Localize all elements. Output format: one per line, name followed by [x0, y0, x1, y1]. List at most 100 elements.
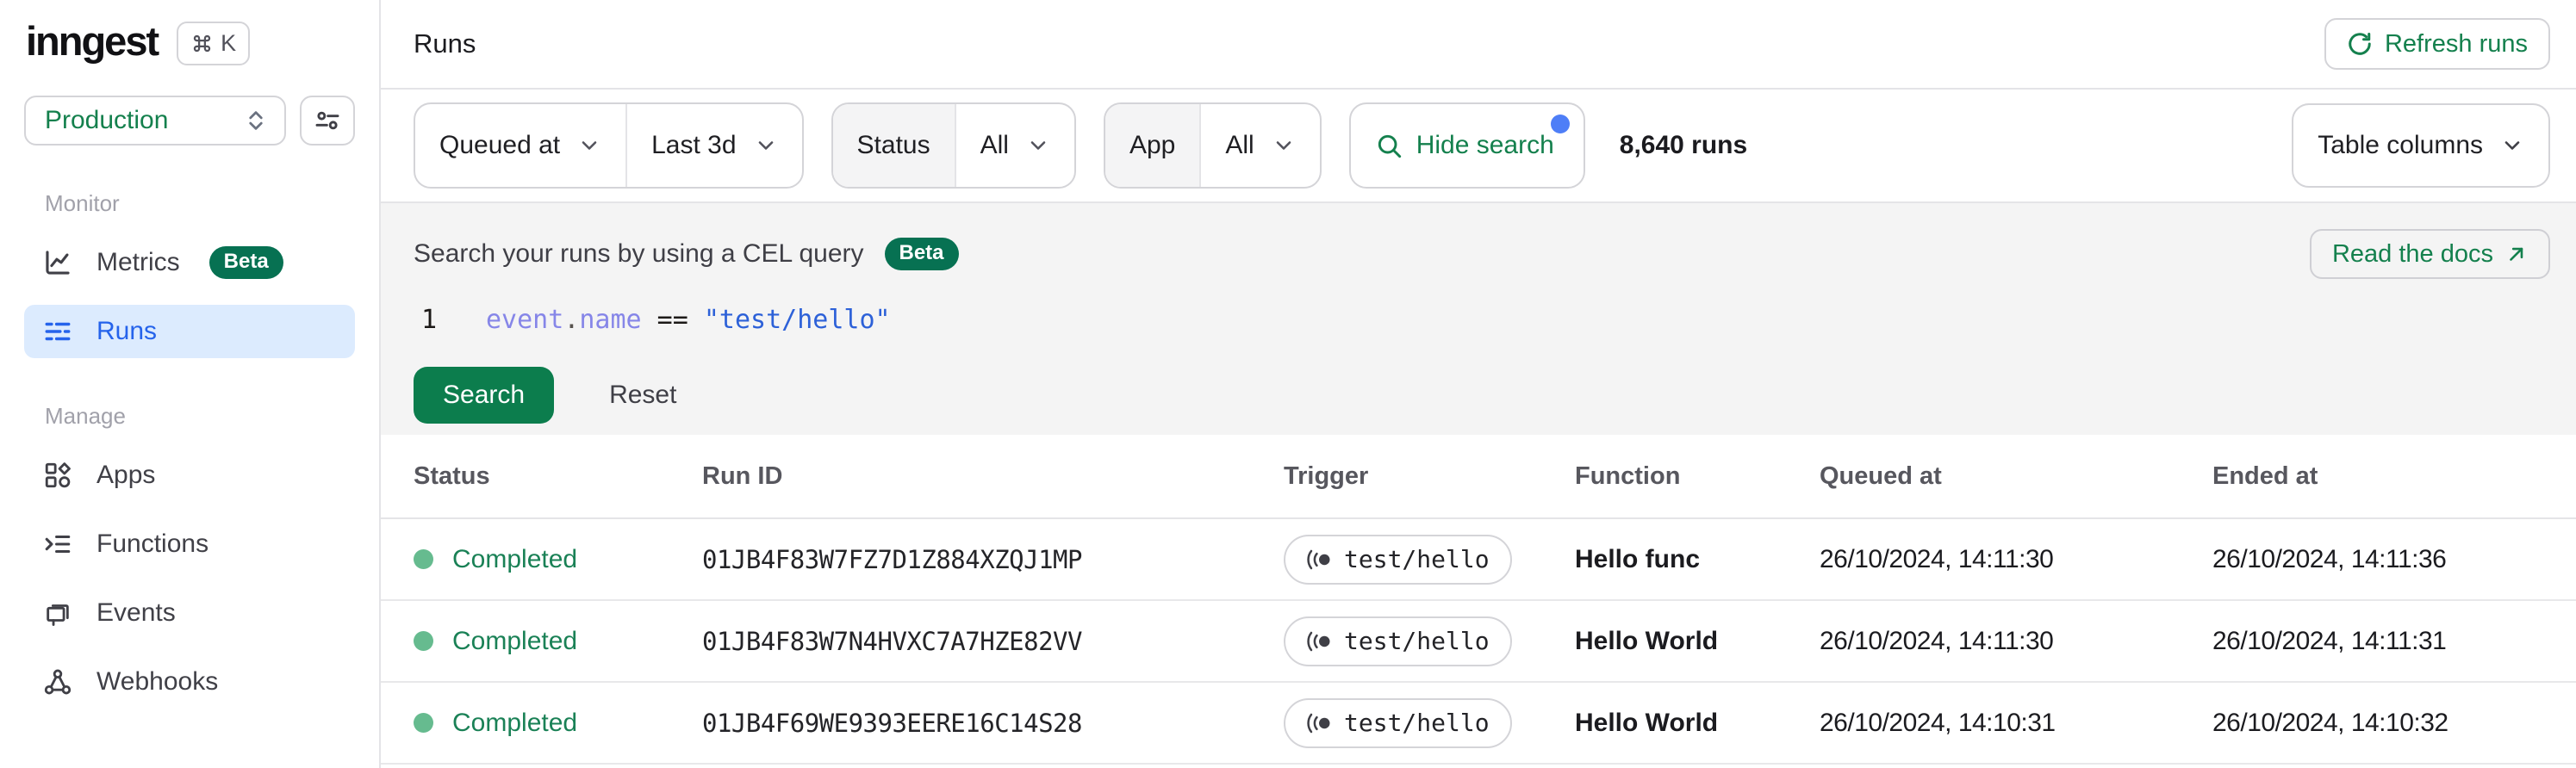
run-status-cell: Completed: [414, 627, 702, 656]
time-range-dropdown[interactable]: Last 3d: [625, 104, 801, 187]
command-icon: [193, 34, 211, 53]
trigger-badge[interactable]: test/hello: [1284, 616, 1512, 666]
code-token-dot: .: [563, 305, 580, 335]
run-queued-at: 26/10/2024, 14:11:30: [1820, 626, 2054, 655]
run-status-cell: Completed: [414, 545, 702, 574]
column-header-queued-at: Queued at: [1820, 461, 1942, 490]
time-field-value: Queued at: [439, 131, 561, 159]
top-bar: Runs Refresh runs: [381, 0, 2576, 90]
shortcut-key-label: K: [221, 30, 237, 56]
code-token-string: "test/hello": [703, 305, 891, 335]
table-row[interactable]: Completed 01JB4F83W7N4HVXC7A7HZE82VV tes…: [381, 601, 2576, 683]
run-status-cell: Completed: [414, 709, 702, 738]
sidebar-item-label: Webhooks: [96, 667, 219, 696]
code-token-property: name: [579, 305, 642, 335]
run-trigger-cell: test/hello: [1284, 534, 1575, 585]
sidebar-item-label: Events: [96, 598, 176, 627]
hide-search-button[interactable]: Hide search: [1348, 102, 1585, 189]
sidebar-item-functions[interactable]: Functions: [24, 517, 355, 571]
search-panel-actions: Search Reset: [414, 367, 2550, 424]
sidebar-item-metrics[interactable]: Metrics Beta: [24, 236, 355, 289]
command-k-shortcut[interactable]: K: [177, 22, 251, 65]
search-notification-dot: [1550, 115, 1570, 133]
sliders-icon: [315, 111, 339, 130]
trigger-badge[interactable]: test/hello: [1284, 534, 1512, 585]
chevron-down-icon: [582, 141, 597, 150]
trigger-event-name: test/hello: [1344, 545, 1490, 573]
chevron-down-icon: [1030, 141, 1046, 150]
app-root: inngest K Production Monitor Metrics Bet…: [0, 0, 2576, 768]
search-panel-title: Search your runs by using a CEL query: [414, 239, 864, 268]
metrics-beta-badge: Beta: [208, 246, 283, 279]
logo-row: inngest K: [24, 21, 355, 66]
status-dot-icon: [414, 713, 433, 733]
sidebar-item-label: Metrics: [96, 248, 180, 276]
search-button[interactable]: Search: [414, 367, 555, 424]
cel-query-editor[interactable]: 1 event.name == "test/hello": [414, 305, 2550, 336]
time-field-dropdown[interactable]: Queued at: [415, 104, 625, 187]
cel-query-line: event.name == "test/hello": [486, 305, 891, 336]
sidebar-item-label: Functions: [96, 530, 209, 558]
runs-count: 8,640 runs: [1619, 131, 1748, 159]
run-trigger-cell: test/hello: [1284, 697, 1575, 748]
status-filter-value: All: [980, 131, 1009, 159]
app-filter-dropdown[interactable]: All: [1199, 104, 1319, 187]
line-number: 1: [420, 305, 438, 335]
table-columns-label: Table columns: [2318, 131, 2483, 159]
run-trigger-cell: test/hello: [1284, 616, 1575, 666]
read-the-docs-button[interactable]: Read the docs: [2309, 229, 2550, 279]
run-id: 01JB4F83W7FZ7D1Z884XZQJ1MP: [702, 544, 1082, 574]
code-token-object: event: [486, 305, 564, 335]
trigger-badge[interactable]: test/hello: [1284, 697, 1512, 748]
event-trigger-icon: [1307, 713, 1330, 733]
run-function-name: Hello World: [1575, 708, 1719, 737]
runs-table: Status Run ID Trigger Function Queued at…: [381, 435, 2576, 768]
environment-selector[interactable]: Production: [24, 96, 286, 146]
updown-chevron-icon: [249, 111, 263, 130]
hide-search-label: Hide search: [1416, 131, 1554, 159]
search-icon: [1378, 134, 1401, 158]
sidebar-item-webhooks[interactable]: Webhooks: [24, 655, 355, 709]
run-function-name: Hello func: [1575, 544, 1701, 573]
filter-bar: Queued at Last 3d Status All App All Hid…: [381, 90, 2576, 203]
status-filter-group: Status All: [831, 102, 1076, 189]
environment-row: Production: [24, 96, 355, 146]
code-token-operator: ==: [641, 305, 704, 335]
events-icon: [47, 604, 69, 626]
sidebar-item-runs[interactable]: Runs: [24, 305, 355, 358]
chevron-down-icon: [1276, 141, 1291, 150]
time-range-value: Last 3d: [651, 131, 737, 159]
read-the-docs-label: Read the docs: [2331, 239, 2493, 268]
sidebar: inngest K Production Monitor Metrics Bet…: [0, 0, 381, 768]
time-filter-group: Queued at Last 3d: [414, 102, 804, 189]
sidebar-item-label: Runs: [96, 317, 158, 345]
environment-settings-button[interactable]: [300, 96, 355, 146]
reset-button[interactable]: Reset: [609, 381, 676, 410]
refresh-runs-button[interactable]: Refresh runs: [2324, 18, 2550, 70]
sidebar-item-label: Apps: [96, 461, 156, 489]
app-filter-value: All: [1225, 131, 1254, 159]
column-header-trigger: Trigger: [1284, 461, 1369, 490]
monitor-section-label: Monitor: [45, 190, 120, 216]
run-id: 01JB4F69WE9393EERE16C14S28: [702, 708, 1082, 738]
table-row[interactable]: Completed 01JB4F83W7FZ7D1Z884XZQJ1MP tes…: [381, 519, 2576, 601]
status-filter-dropdown[interactable]: All: [954, 104, 1074, 187]
inngest-logo: inngest: [26, 18, 159, 64]
metrics-chart-icon: [46, 251, 70, 275]
run-ended-at: 26/10/2024, 14:11:31: [2212, 626, 2447, 655]
run-queued-at: 26/10/2024, 14:11:30: [1820, 544, 2054, 573]
run-ended-at: 26/10/2024, 14:10:32: [2212, 708, 2448, 737]
sidebar-item-apps[interactable]: Apps: [24, 449, 355, 502]
run-ended-at: 26/10/2024, 14:11:36: [2212, 544, 2447, 573]
webhooks-icon: [44, 669, 72, 695]
monitor-nav: Metrics Beta Runs: [24, 236, 355, 358]
table-columns-button[interactable]: Table columns: [2292, 103, 2550, 188]
external-link-icon: [2510, 247, 2523, 261]
sidebar-item-events[interactable]: Events: [24, 586, 355, 640]
refresh-runs-label: Refresh runs: [2384, 29, 2528, 58]
table-row[interactable]: Completed 01JB4F69WE9393EERE16C14S28 tes…: [381, 683, 2576, 765]
chevron-down-icon: [2504, 141, 2520, 150]
functions-list-icon: [45, 535, 71, 554]
event-trigger-icon: [1307, 631, 1330, 651]
run-queued-at: 26/10/2024, 14:10:31: [1820, 708, 2056, 737]
